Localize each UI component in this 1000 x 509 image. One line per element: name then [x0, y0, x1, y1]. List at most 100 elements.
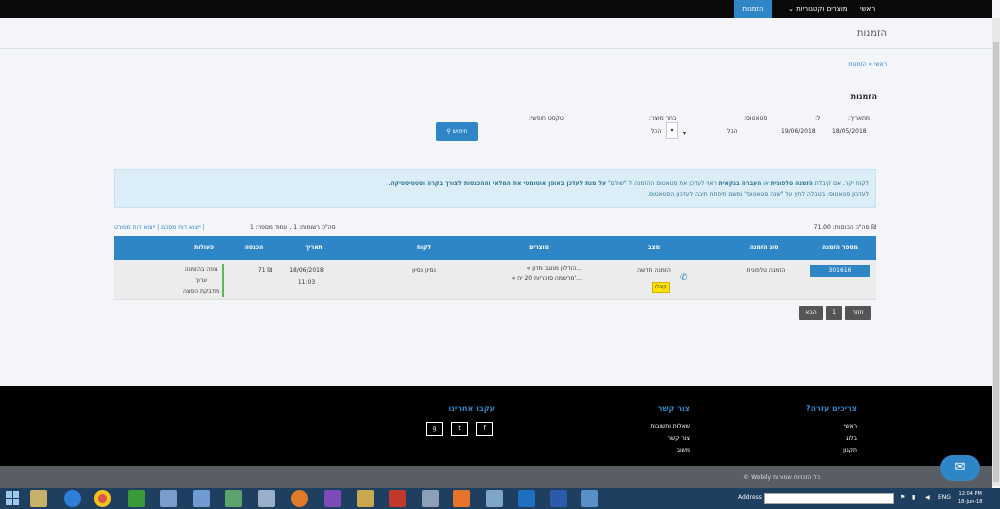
footer-contact-title: צור קשר — [657, 404, 690, 413]
footer-link-terms[interactable]: תקנון — [843, 447, 857, 454]
col-status: מצב — [648, 244, 660, 251]
order-date: 18/06/2018 — [289, 267, 324, 274]
col-products: מוצרים — [529, 244, 549, 251]
internet-explorer-icon[interactable] — [64, 490, 81, 507]
customer-name: נסיון נסיון — [412, 267, 436, 274]
site-footer: צריכים עזרה? ראשי בלוג תקנון צור קשר שאל… — [0, 386, 992, 466]
address-input[interactable] — [764, 493, 894, 504]
col-customer: לקוח — [416, 244, 432, 251]
top-navigation: הזמנות מוצרים וקטגוריות ⌄ ראשי — [0, 0, 992, 18]
row-actions: צפה בהזמנה ערוך מדבקת הפצה — [180, 264, 224, 297]
info-line-1: לקוח יקר, אם קיבלת הזמנה טלפונית או העבר… — [388, 180, 869, 187]
footer-link-contact[interactable]: צור קשר — [668, 435, 690, 442]
word-icon[interactable] — [550, 490, 567, 507]
export-links[interactable]: ייצוא דוח מסכם | ייצוא דוח מפורט | — [114, 224, 205, 231]
windows-start-icon[interactable] — [6, 491, 20, 505]
order-time: 11:03 — [297, 279, 316, 286]
tools-icon[interactable] — [357, 490, 374, 507]
firefox-icon[interactable] — [291, 490, 308, 507]
tray-flag-icon[interactable]: ⚑ — [900, 494, 905, 501]
nav-products-categories[interactable]: מוצרים וקטגוריות ⌄ — [782, 0, 854, 18]
windows-taskbar: Address ⚑ ▮ ◀ ENG 12:04 PM 18-Jun-18 — [0, 488, 1000, 509]
app-icon-15[interactable] — [486, 490, 503, 507]
store-icon[interactable] — [128, 490, 145, 507]
nav-products-label: מוצרים וקטגוריות — [796, 5, 848, 13]
copyright-text: כל הזכויות שמורות Wobily © — [743, 474, 820, 481]
pagination-back[interactable]: חזור — [845, 306, 871, 320]
status-badge[interactable]: קיבלו — [652, 282, 670, 293]
chat-button[interactable]: ✉ — [940, 455, 980, 481]
product-item-2: « מרשמה סוכריות 20 יח'... — [511, 275, 582, 282]
page-scrollbar[interactable] — [992, 18, 1000, 486]
search-button[interactable]: ⚲ חיפוש — [436, 122, 478, 141]
total-income: סה"כ הכנסות: 71.00 ₪ — [813, 224, 876, 231]
order-status: הזמנה חדשה — [637, 267, 671, 274]
caret-down-icon: ▾ — [683, 130, 687, 137]
chevron-down-icon: ⌄ — [788, 5, 794, 13]
taskbar-clock[interactable]: 12:04 PM 18-Jun-18 — [958, 490, 982, 506]
footer-help-title: צריכים עזרה? — [805, 404, 857, 413]
order-number[interactable]: 301616 — [810, 265, 870, 277]
footer-follow-title: עקבו אחרינו — [448, 404, 496, 413]
footer-link-feedback[interactable]: משוב — [677, 447, 690, 454]
address-label: Address — [738, 494, 762, 501]
free-text-label: טקסט חופשי: — [529, 115, 564, 122]
nav-home[interactable]: ראשי — [854, 0, 881, 18]
shipping-label-link[interactable]: מדבקת הפצה — [180, 286, 222, 297]
pagination-page[interactable]: 1 — [826, 306, 842, 320]
info-alert: לקוח יקר, אם קיבלת הזמנה טלפונית או העבר… — [114, 169, 876, 208]
breadcrumb[interactable]: ראשי » הזמנות — [848, 61, 887, 68]
app-icon-12[interactable] — [389, 490, 406, 507]
outlook-icon[interactable] — [518, 490, 535, 507]
tray-network-icon[interactable]: ▮ — [912, 494, 915, 501]
app-icon-8[interactable] — [258, 490, 275, 507]
product-select[interactable]: הכל — [651, 128, 662, 135]
order-type: הזמנה טלפונית — [746, 267, 786, 274]
app-icon-5[interactable] — [160, 490, 177, 507]
product-select-dropdown[interactable]: ▾ — [666, 122, 678, 139]
status-select[interactable]: הכל — [727, 128, 738, 135]
file-explorer-icon[interactable] — [30, 490, 47, 507]
date-to-label: ל: — [815, 115, 821, 122]
date-from-input[interactable]: 18/05/2018 — [832, 128, 867, 135]
status-label: סטאטוס: — [744, 115, 768, 122]
cloud-icon[interactable] — [453, 490, 470, 507]
col-actions: פעולות — [194, 244, 214, 251]
footer-link-home[interactable]: ראשי — [844, 423, 857, 430]
records-count: סה"כ רשומות: 1 , עמוד מספר: 1 — [250, 224, 336, 231]
table-row: 301616 הזמנה טלפונית ✆ הזמנה חדשה קיבלו … — [114, 260, 876, 300]
visual-studio-icon[interactable] — [324, 490, 341, 507]
footer-link-faq[interactable]: שאלות ותשובות — [650, 423, 690, 430]
page-title: הזמנות — [856, 28, 887, 39]
col-order-number: מספר הזמנה — [822, 244, 858, 251]
language-indicator[interactable]: ENG — [938, 494, 951, 501]
table-header: מספר הזמנה סוג הזמנה מצב מוצרים לקוח תאר… — [114, 236, 876, 260]
app-icon-6[interactable] — [193, 490, 210, 507]
scrollbar-thumb[interactable] — [993, 42, 999, 482]
date-to-input[interactable]: 19/06/2018 — [781, 128, 816, 135]
divider — [0, 48, 992, 49]
col-order-type: סוג הזמנה — [749, 244, 779, 251]
footer-link-blog[interactable]: בלוג — [846, 435, 857, 442]
clock-date: 18-Jun-18 — [958, 499, 983, 505]
google-plus-icon[interactable]: g — [426, 422, 443, 436]
col-date: תאריך — [305, 244, 323, 251]
search-button-label: חיפוש — [452, 128, 468, 135]
twitter-icon[interactable]: t — [451, 422, 468, 436]
product-select-label: בחר מוצר: — [649, 115, 677, 122]
nav-orders[interactable]: הזמנות — [734, 0, 772, 18]
app-icon-18[interactable] — [581, 490, 598, 507]
copyright-bar: כל הזכויות שמורות Wobily © — [0, 466, 992, 488]
app-icon-7[interactable] — [225, 490, 242, 507]
pagination-next[interactable]: הבא — [799, 306, 823, 320]
edit-link[interactable]: ערוך — [180, 275, 222, 286]
chrome-icon[interactable] — [94, 490, 111, 507]
product-item-1: « הודלון מנוגב מדון... — [526, 265, 582, 272]
section-title: הזמנות — [850, 92, 877, 101]
calculator-icon[interactable] — [422, 490, 439, 507]
clock-time: 12:04 PM — [958, 491, 982, 497]
tray-volume-icon[interactable]: ◀ — [925, 494, 930, 501]
facebook-icon[interactable]: f — [476, 422, 493, 436]
view-order-link[interactable]: צפה בהזמנה — [180, 264, 222, 275]
info-line-2: לעדכון סטאטוס: בטבלה לחץ על "שנה סטאטוס"… — [647, 191, 869, 198]
